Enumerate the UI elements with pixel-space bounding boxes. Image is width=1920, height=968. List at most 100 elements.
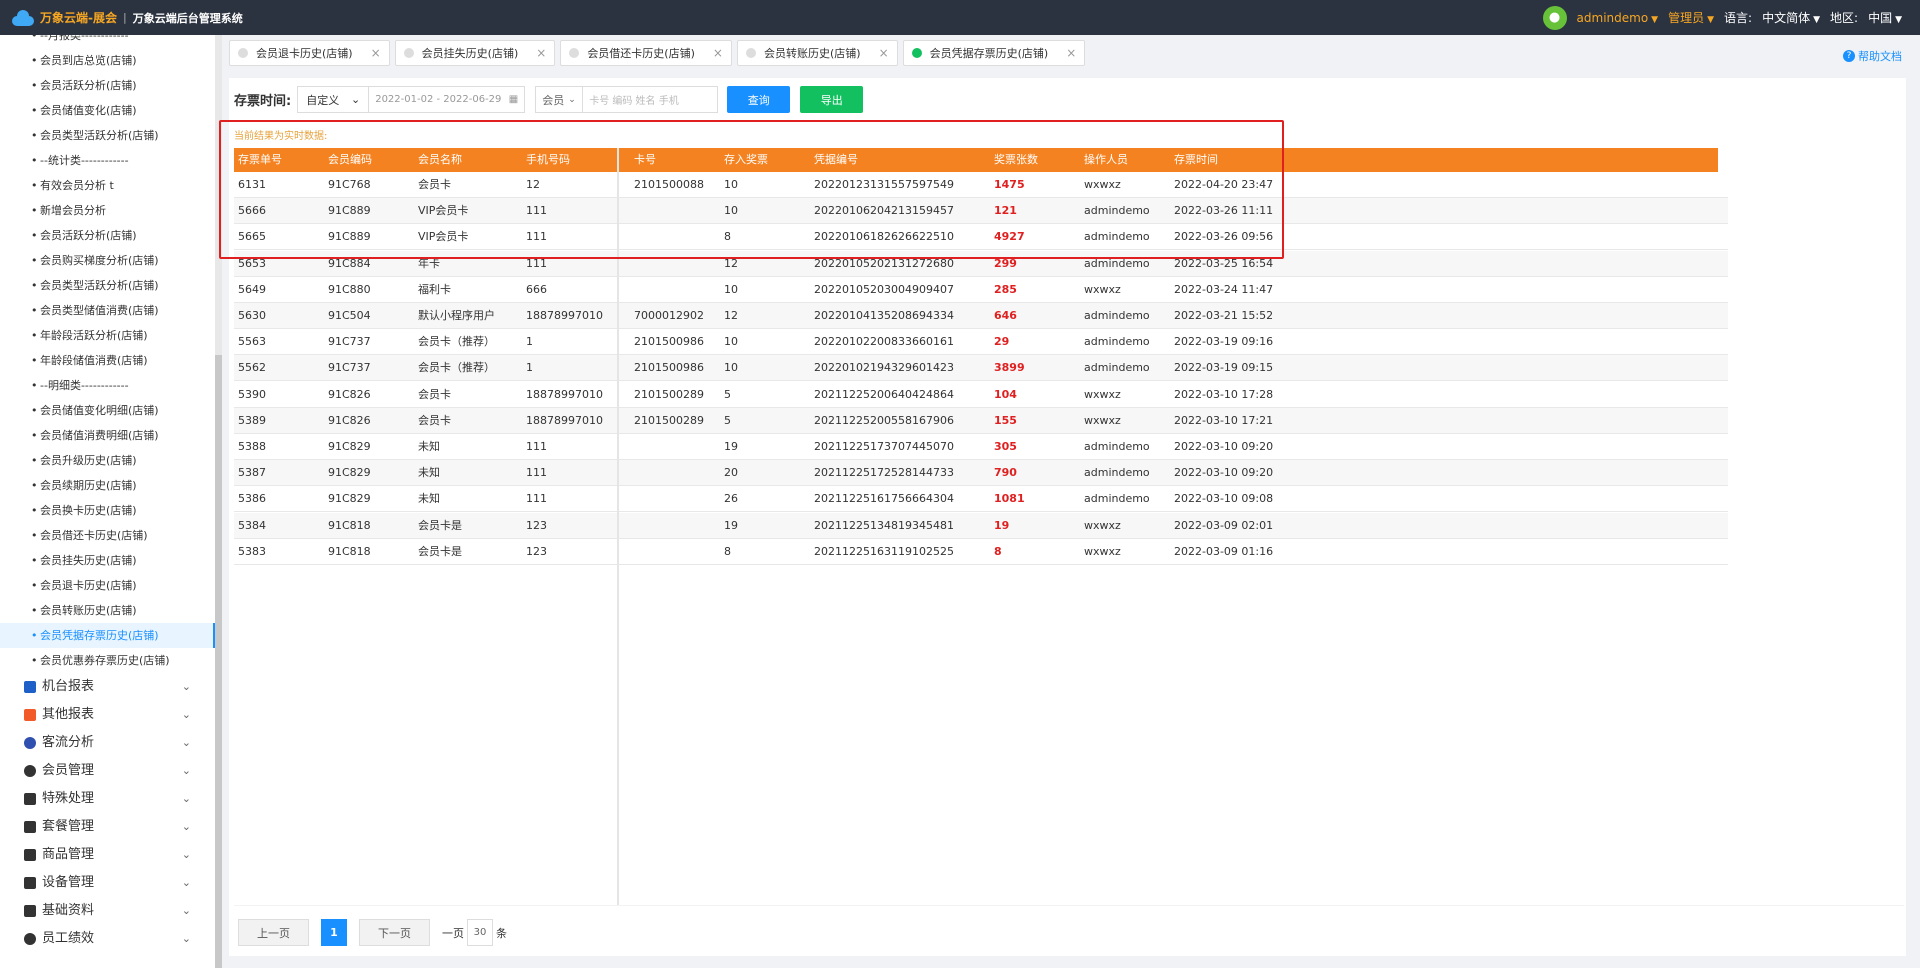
close-icon[interactable]: × [371, 46, 381, 60]
sidebar-sub-item[interactable]: • --明细类------------ [0, 373, 215, 398]
sidebar-sub-item[interactable]: • 会员储值消费明细(店铺) [0, 423, 215, 448]
language-select[interactable]: 中文简体 ▼ [1762, 9, 1820, 26]
table-row[interactable]: 5390 91C826 会员卡 18878997010 2101500289 5 20211… [234, 382, 1728, 408]
column-header[interactable]: 手机号码 [526, 148, 570, 172]
sidebar-sub-item[interactable]: • 会员类型活跃分析(店铺) [0, 123, 215, 148]
table-row[interactable]: 5387 91C829 未知 111 20 20211225172528144733 790… [234, 460, 1728, 487]
sidebar-sub-item[interactable]: • 会员退卡历史(店铺) [0, 573, 215, 598]
column-header[interactable]: 奖票张数 [994, 148, 1038, 172]
table-row[interactable]: 5383 91C818 会员卡是 123 8 20211225163119102525 8 w… [234, 539, 1728, 565]
sidebar-group[interactable]: 特殊处理 ⌄ [0, 785, 215, 813]
table-row[interactable]: 5562 91C737 会员卡（推荐） 1 2101500986 10 2022010219… [234, 355, 1728, 382]
user-menu[interactable]: admindemo ▼ [1577, 11, 1659, 25]
sidebar-sub-item[interactable]: • 会员到店总览(店铺) [0, 48, 215, 73]
member-type-select[interactable]: 会员 ⌄ [535, 86, 584, 113]
bullet-icon: • [31, 304, 38, 317]
tab[interactable]: 会员借还卡历史(店铺) × [560, 40, 732, 66]
tab[interactable]: 会员转账历史(店铺) × [736, 40, 898, 66]
table-row[interactable]: 5386 91C829 未知 111 26 20211225161756664304 108… [234, 486, 1728, 513]
table-row[interactable]: 5649 91C880 福利卡 666 10 20220105203004909407 28… [234, 277, 1728, 303]
sidebar-sub-item[interactable]: • 年龄段活跃分析(店铺) [0, 323, 215, 348]
column-header[interactable]: 会员名称 [418, 148, 462, 172]
time-mode-select[interactable]: 自定义 ⌄ [297, 86, 370, 113]
system-title: 万象云端后台管理系统 [132, 11, 243, 25]
date-range-input[interactable]: 2022-01-02 - 2022-06-29 ▦ [369, 86, 526, 113]
brand-name: 万象云端-展会 [40, 11, 117, 25]
sidebar-sub-item[interactable]: • 会员活跃分析(店铺) [0, 73, 215, 98]
sidebar-group[interactable]: 会员管理 ⌄ [0, 757, 215, 785]
user-avatar-icon[interactable]: ● [1542, 5, 1567, 30]
next-page-button[interactable]: 下一页 [359, 919, 430, 946]
sidebar-sub-item[interactable]: • 会员类型储值消费(店铺) [0, 298, 215, 323]
close-icon[interactable]: × [879, 46, 889, 60]
table-cell: wxwxz [1084, 178, 1121, 191]
sidebar-sub-item[interactable]: • 有效会员分析 t [0, 173, 215, 198]
query-button[interactable]: 查询 [727, 86, 791, 113]
column-header[interactable]: 会员编码 [328, 148, 372, 172]
sidebar-sub-item[interactable]: • --统计类------------ [0, 148, 215, 173]
role-menu[interactable]: 管理员 ▼ [1668, 9, 1714, 26]
sidebar-sub-item[interactable]: • 会员换卡历史(店铺) [0, 498, 215, 523]
sidebar-sub-item[interactable]: • 会员优惠券存票历史(店铺) [0, 648, 215, 673]
table-row[interactable]: 5653 91C884 年卡 111 12 20220105202131272680 299… [234, 250, 1728, 277]
help-link[interactable]: ? 帮助文档 [1843, 48, 1902, 64]
sidebar-group[interactable]: 套餐管理 ⌄ [0, 813, 215, 841]
table-row[interactable]: 5666 91C889 VIP会员卡 111 10 2022010620421315945… [234, 198, 1728, 225]
table-row[interactable]: 5563 91C737 会员卡（推荐） 1 2101500986 10 2022010220… [234, 329, 1728, 356]
page-size-input[interactable]: 30 [467, 919, 493, 946]
column-header[interactable]: 凭据编号 [814, 148, 858, 172]
sidebar-sub-item[interactable]: • 会员升级历史(店铺) [0, 448, 215, 473]
frozen-column-divider [617, 148, 619, 906]
table-cell: 20220102200833660161 [814, 335, 954, 349]
sidebar-sub-item[interactable]: • 会员购买梯度分析(店铺) [0, 248, 215, 273]
member-search-input[interactable]: 卡号 编码 姓名 手机 [583, 86, 719, 113]
sidebar-sub-item[interactable]: • 会员储值变化明细(店铺) [0, 398, 215, 423]
sidebar-sub-item[interactable]: • --月报类------------ [0, 35, 215, 48]
sidebar-sub-item[interactable]: • 新增会员分析 [0, 198, 215, 223]
close-icon[interactable]: × [713, 46, 723, 60]
bullet-icon: • [31, 429, 38, 442]
region-select[interactable]: 中国 ▼ [1868, 9, 1902, 26]
sidebar-sub-item[interactable]: • 会员类型活跃分析(店铺) [0, 273, 215, 298]
column-header[interactable]: 操作人员 [1084, 148, 1128, 172]
table-row[interactable]: 5630 91C504 默认小程序用户 18878997010 7000012902 12… [234, 303, 1728, 329]
column-header[interactable]: 卡号 [634, 148, 656, 172]
column-header[interactable]: 存入奖票 [724, 148, 768, 172]
sidebar-group[interactable]: 员工绩效 ⌄ [0, 925, 215, 953]
tab[interactable]: 会员挂失历史(店铺) × [394, 40, 556, 66]
close-icon[interactable]: × [1066, 46, 1076, 60]
sidebar-group[interactable]: 商品管理 ⌄ [0, 841, 215, 869]
sidebar-sub-item[interactable]: • 年龄段储值消费(店铺) [0, 348, 215, 373]
table-row[interactable]: 5389 91C826 会员卡 18878997010 2101500289 5 20211… [234, 407, 1728, 434]
sidebar-scroll-thumb[interactable] [215, 355, 222, 968]
sidebar-sub-item[interactable]: • 会员续期历史(店铺) [0, 473, 215, 498]
column-header[interactable]: 存票单号 [238, 148, 282, 172]
sidebar-sub-item[interactable]: • 会员活跃分析(店铺) [0, 223, 215, 248]
table-row[interactable]: 5388 91C829 未知 111 19 20211225173707445070 305… [234, 434, 1728, 460]
table-cell: 5388 [238, 440, 266, 453]
sidebar-sub-item[interactable]: • 会员储值变化(店铺) [0, 98, 215, 123]
sidebar-group[interactable]: 机台报表 ⌄ [0, 673, 215, 701]
tab[interactable]: 会员退卡历史(店铺) × [229, 40, 390, 66]
chevron-down-icon: ⌄ [350, 93, 361, 106]
table-row[interactable]: 5665 91C889 VIP会员卡 111 8 20220106182626622510… [234, 224, 1728, 251]
sidebar-sub-item[interactable]: • 会员凭据存票历史(店铺) [0, 623, 215, 648]
tab[interactable]: 会员凭据存票历史(店铺) × [902, 40, 1086, 66]
export-button[interactable]: 导出 [800, 86, 864, 113]
table-row[interactable]: 6131 91C768 会员卡 12 2101500088 10 2022012313155… [234, 172, 1728, 198]
prev-page-button[interactable]: 上一页 [238, 919, 309, 946]
sidebar-group[interactable]: 设备管理 ⌄ [0, 869, 215, 897]
sidebar-sub-item[interactable]: • 会员挂失历史(店铺) [0, 548, 215, 573]
sidebar-group[interactable]: 基础资料 ⌄ [0, 897, 215, 925]
sidebar-group[interactable]: 其他报表 ⌄ [0, 701, 215, 729]
logo[interactable]: 万象云端-展会 | 万象云端后台管理系统 [0, 9, 243, 26]
sidebar-sub-item[interactable]: • 会员借还卡历史(店铺) [0, 523, 215, 548]
table-row[interactable]: 5384 91C818 会员卡是 123 19 20211225134819345481 1… [234, 512, 1728, 539]
sidebar-group[interactable]: 客流分析 ⌄ [0, 729, 215, 757]
column-header[interactable]: 存票时间 [1174, 148, 1218, 172]
table-cell: 10 [724, 282, 738, 296]
sidebar-sub-item[interactable]: • 会员转账历史(店铺) [0, 598, 215, 623]
close-icon[interactable]: × [536, 46, 546, 60]
table-horizontal-scrollbar[interactable] [234, 905, 1904, 906]
current-page-button[interactable]: 1 [321, 919, 347, 946]
